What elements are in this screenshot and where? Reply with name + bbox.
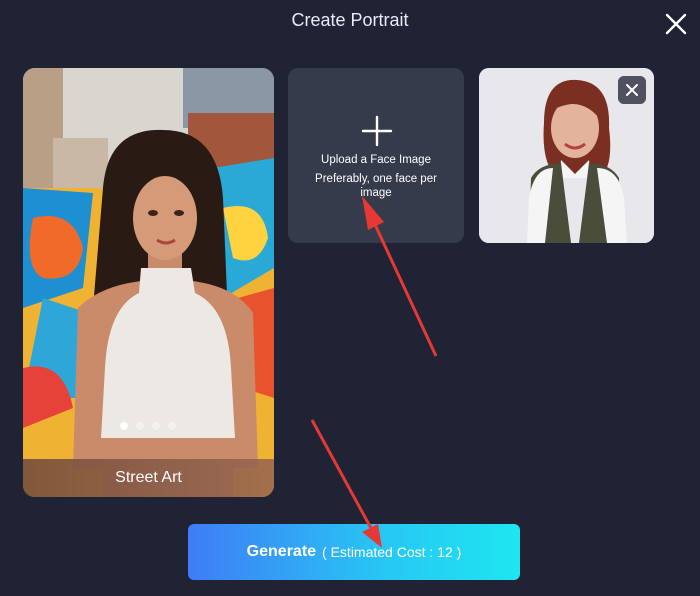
carousel-dot[interactable] [168, 422, 176, 430]
dialog-title: Create Portrait [291, 10, 409, 30]
carousel-dots [120, 422, 176, 430]
style-card-street-art[interactable]: Street Art [23, 68, 274, 497]
plus-icon [361, 115, 393, 147]
carousel-dot[interactable] [120, 422, 128, 430]
generate-button[interactable]: Generate ( Estimated Cost : 12 ) [188, 524, 520, 580]
close-icon[interactable] [664, 12, 688, 36]
carousel-dot[interactable] [152, 422, 160, 430]
estimated-cost: ( Estimated Cost : 12 ) [322, 544, 462, 560]
remove-face-button[interactable] [618, 76, 646, 104]
upload-hint: Preferably, one face per image [315, 173, 437, 199]
generate-label: Generate [246, 543, 317, 560]
carousel-dot[interactable] [136, 422, 144, 430]
upload-title: Upload a Face Image [321, 154, 431, 166]
style-name-label: Street Art [23, 459, 274, 497]
style-preview-image [23, 68, 274, 497]
upload-face-tile[interactable]: Upload a Face Image Preferably, one face… [288, 68, 464, 243]
